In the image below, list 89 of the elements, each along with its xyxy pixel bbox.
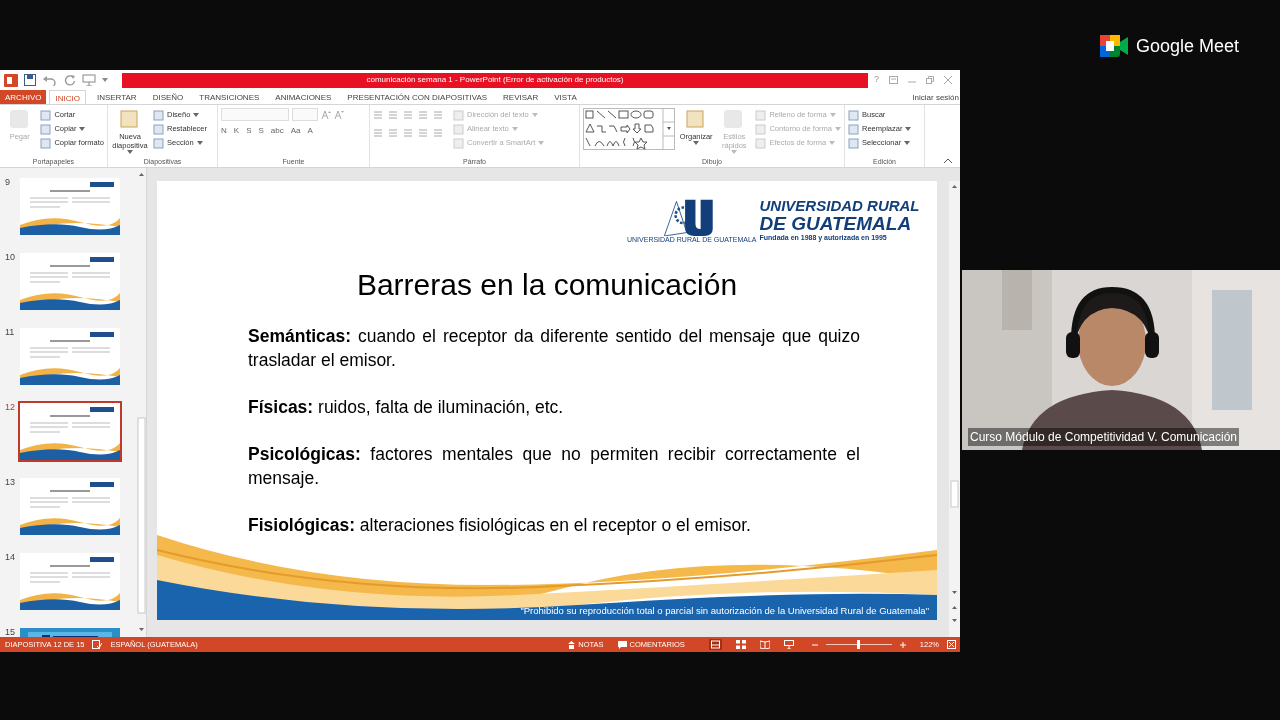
slide-number: 14 <box>5 551 16 564</box>
font-name-field[interactable] <box>221 108 289 121</box>
slider-thumb[interactable] <box>857 640 861 649</box>
format-button[interactable]: abc <box>270 125 284 137</box>
command-icon <box>848 123 859 135</box>
window-title: comunicación semana 1 - PowerPoint (Error de activación de productos) <box>366 76 624 84</box>
zoom-in-icon[interactable] <box>899 641 906 648</box>
columns-icon[interactable] <box>433 128 443 138</box>
slide-paragraph: Semánticas: cuando el receptor da diferente sentido del mensaje que quizo trasladar el emisor. <box>248 325 860 372</box>
format-button[interactable]: Aa <box>290 125 301 137</box>
command-icon <box>153 123 164 135</box>
slide-sorter-icon[interactable] <box>735 640 746 649</box>
command-icon <box>848 109 859 121</box>
scrollbar[interactable] <box>949 181 960 637</box>
indent-icon[interactable] <box>418 110 428 120</box>
ribbon-tab[interactable]: TRANSICIONES <box>194 90 265 104</box>
slide-paragraph: Psicológicas: factores mentales que no permiten recibir correctamente el mensaje. <box>248 443 860 490</box>
font-size-field[interactable] <box>292 108 318 121</box>
sign-in-link[interactable]: Iniciar sesión <box>912 90 960 104</box>
video-camera-icon <box>1100 35 1128 57</box>
ribbon-tab[interactable]: REVISAR <box>498 90 544 104</box>
ribbon-tab[interactable]: INICIO <box>49 90 86 104</box>
zoom-out-icon[interactable] <box>811 641 818 648</box>
restore-icon[interactable] <box>926 76 934 84</box>
command-icon <box>848 137 859 149</box>
align-icon[interactable] <box>388 128 398 138</box>
align-icon[interactable] <box>373 128 383 138</box>
format-button[interactable]: S <box>246 125 252 137</box>
undo-icon[interactable] <box>42 74 58 86</box>
slide-number: 9 <box>5 176 11 189</box>
format-button[interactable]: K <box>233 125 240 137</box>
caret-icon <box>102 78 108 82</box>
format-button[interactable]: A <box>307 125 313 137</box>
fit-slide-icon[interactable] <box>947 640 956 649</box>
command-icon <box>40 109 52 121</box>
spelling-icon[interactable] <box>92 640 103 649</box>
command-icon <box>755 123 767 135</box>
slide-number: 12 <box>5 401 16 414</box>
brand-name: Google Meet <box>1136 37 1240 55</box>
ribbon-tab[interactable]: VISTA <box>549 90 582 104</box>
slide-number: 13 <box>5 476 16 489</box>
ribbon-tab[interactable]: PRESENTACIÓN CON DIAPOSITIVAS <box>342 90 493 104</box>
command-icon <box>453 137 464 149</box>
ribbon-display-icon[interactable] <box>889 76 898 84</box>
command-icon <box>453 109 464 121</box>
normal-view-icon[interactable] <box>708 639 722 650</box>
app-icon <box>4 73 18 87</box>
command-icon <box>153 109 164 121</box>
slide-number: 10 <box>5 251 16 264</box>
grow-font-icon[interactable] <box>321 109 331 120</box>
command-icon <box>153 137 164 149</box>
indent-icon[interactable] <box>403 110 413 120</box>
slide-paragraph: Físicas: ruidos, falta de iluminación, etc. <box>248 396 565 419</box>
command-icon <box>755 137 767 149</box>
slide-thumbnail[interactable] <box>18 401 122 462</box>
close-icon[interactable] <box>944 76 952 84</box>
reading-view-icon[interactable] <box>759 640 770 649</box>
ribbon-tab[interactable]: INSERTAR <box>91 90 142 104</box>
align-icon[interactable] <box>403 128 413 138</box>
line-spacing-icon[interactable] <box>433 110 443 120</box>
file-tab[interactable]: ARCHIVO <box>0 90 47 104</box>
slide-title: Barreras en la comunicación <box>355 267 739 303</box>
presentation-icon[interactable] <box>82 74 96 86</box>
command-icon <box>453 123 464 135</box>
command-icon <box>755 109 767 121</box>
format-button[interactable]: S <box>258 125 264 137</box>
slideshow-icon[interactable] <box>783 640 794 649</box>
bullets-icon[interactable] <box>373 110 383 120</box>
logo-text: UNIVERSIDAD RURAL <box>759 198 920 214</box>
slide-paragraph: Fisiológicas: alteraciones fisiológicas en el receptor o el emisor. <box>248 514 752 537</box>
command-icon <box>40 123 52 135</box>
ribbon-tab[interactable]: ANIMACIONES <box>270 90 337 104</box>
ribbon-tab[interactable]: DISEÑO <box>147 90 189 104</box>
slide-number: 11 <box>5 326 16 339</box>
shrink-font-icon[interactable] <box>334 109 344 120</box>
footer-note: "Prohibido su reproducción total o parcial sin autorización de la Universidad Rural de Guatemala" <box>520 603 929 618</box>
participant-name: Curso Módulo de Competitividad V. Comunicación <box>968 428 1240 446</box>
slide-number: 15 <box>5 626 16 637</box>
command-icon <box>40 137 52 149</box>
save-icon[interactable] <box>24 74 36 86</box>
comment-icon <box>617 640 627 649</box>
collapse-ribbon-icon[interactable] <box>944 158 952 163</box>
format-button[interactable]: N <box>221 125 227 137</box>
logo-text: DE GUATEMALA <box>759 214 913 233</box>
align-icon[interactable] <box>418 128 428 138</box>
redo-icon[interactable] <box>64 74 76 86</box>
numbering-icon[interactable] <box>388 110 398 120</box>
notes-icon <box>568 640 576 649</box>
shapes-gallery-drawing[interactable] <box>583 108 675 150</box>
